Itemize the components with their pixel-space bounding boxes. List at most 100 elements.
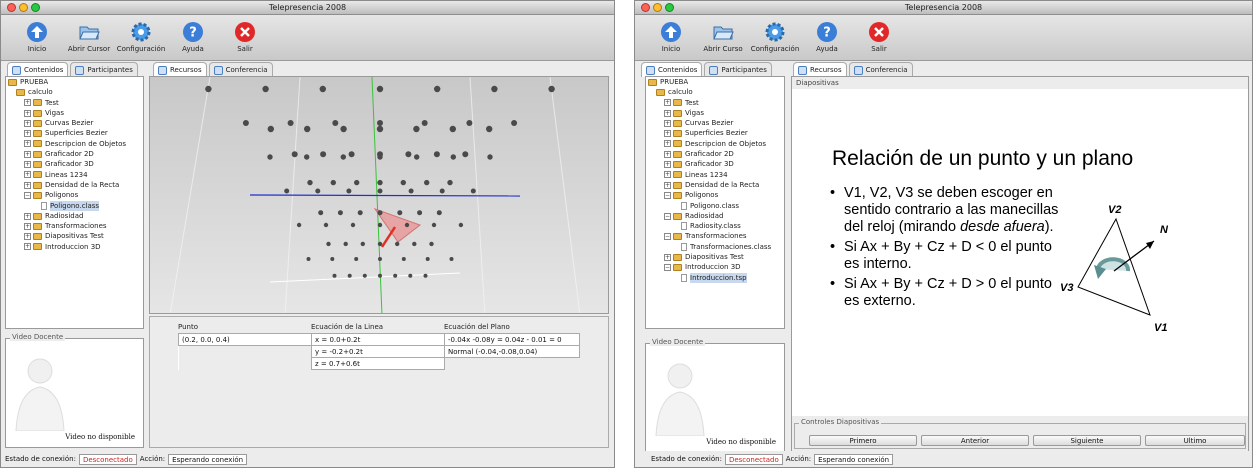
3d-viewport[interactable] (149, 76, 609, 314)
home-button[interactable]: Inicio (645, 21, 697, 60)
tree-folder[interactable]: + Lineas 1234 (646, 170, 784, 180)
expand-icon[interactable]: + (664, 150, 671, 158)
exit-button[interactable]: Salir (853, 21, 905, 60)
expand-icon[interactable]: + (664, 171, 671, 179)
tree-folder[interactable]: + Vigas (646, 108, 784, 118)
tree-folder[interactable]: + Radiosidad (6, 211, 143, 221)
open-course-button[interactable]: Abrir Curso (697, 21, 749, 60)
tree-folder[interactable]: + Vigas (6, 108, 143, 118)
tree-folder[interactable]: − Radiosidad (646, 211, 784, 221)
tree-folder[interactable]: PRUEBA (646, 77, 784, 87)
tree-folder[interactable]: + Descripcion de Objetos (6, 139, 143, 149)
close-window-button[interactable] (641, 3, 650, 12)
tree-file[interactable]: Radiosity.class (646, 221, 784, 231)
close-window-button[interactable] (7, 3, 16, 12)
collapse-icon[interactable]: − (664, 212, 671, 220)
tree-folder[interactable]: + Graficador 2D (6, 149, 143, 159)
last-slide-button[interactable]: Ultimo (1145, 435, 1245, 446)
expand-icon[interactable]: + (24, 99, 31, 107)
expand-icon[interactable]: + (664, 109, 671, 117)
tab-resources[interactable]: Recursos (793, 62, 847, 77)
collapse-icon[interactable]: − (664, 191, 671, 199)
minimize-window-button[interactable] (653, 3, 662, 12)
expand-icon[interactable]: + (24, 130, 31, 138)
tab-contents[interactable]: Contenidos (641, 62, 703, 77)
help-button[interactable]: ? Ayuda (801, 21, 853, 60)
exit-button[interactable]: Salir (219, 21, 271, 60)
tree-folder[interactable]: + Lineas 1234 (6, 170, 143, 180)
expand-icon[interactable]: + (24, 109, 31, 117)
tree-folder[interactable]: + Superficies Bezier (646, 128, 784, 138)
expand-icon[interactable]: + (664, 140, 671, 148)
expand-icon[interactable]: + (664, 130, 671, 138)
tree-folder[interactable]: + Curvas Bezier (6, 118, 143, 128)
tree-folder[interactable]: + Diapositivas Test (6, 231, 143, 241)
tree-folder[interactable]: calculo (6, 87, 143, 97)
tree-file[interactable]: Transformaciones.class (646, 242, 784, 252)
tab-contents[interactable]: Contenidos (7, 62, 69, 77)
tree-folder[interactable]: + Superficies Bezier (6, 128, 143, 138)
tab-participants[interactable]: Participantes (704, 62, 772, 77)
expand-icon[interactable]: + (24, 222, 31, 230)
next-slide-button[interactable]: Siguiente (1033, 435, 1141, 446)
3d-scene[interactable] (150, 77, 609, 314)
open-course-button[interactable]: Abrir Cursor (63, 21, 115, 60)
tree-label: Test (45, 98, 59, 107)
expand-icon[interactable]: + (664, 253, 671, 261)
conference-icon (853, 65, 863, 75)
collapse-icon[interactable]: − (24, 191, 31, 199)
tree-file[interactable]: Introduccion.tsp (646, 272, 784, 283)
tree-file[interactable]: Poligono.class (6, 200, 143, 211)
expand-icon[interactable]: + (664, 99, 671, 107)
point-sphere (417, 210, 423, 216)
expand-icon[interactable]: + (24, 140, 31, 148)
settings-button[interactable]: Configuración (749, 21, 801, 60)
collapse-icon[interactable]: − (664, 233, 671, 241)
tab-conference[interactable]: Conferencia (848, 62, 913, 77)
tree-folder[interactable]: − Poligonos (646, 190, 784, 200)
tree-folder[interactable]: + Curvas Bezier (646, 118, 784, 128)
tree-folder[interactable]: PRUEBA (6, 77, 143, 87)
tab-participants[interactable]: Participantes (70, 62, 138, 77)
tree-folder[interactable]: + Densidad de la Recta (646, 180, 784, 190)
point-sphere (330, 179, 336, 186)
tab-conference[interactable]: Conferencia (208, 62, 273, 77)
tree-folder[interactable]: + Transformaciones (6, 221, 143, 231)
tree-folder[interactable]: + Descripcion de Objetos (646, 139, 784, 149)
expand-icon[interactable]: + (24, 161, 31, 169)
first-slide-button[interactable]: Primero (809, 435, 917, 446)
tree-folder[interactable]: + Graficador 3D (646, 159, 784, 169)
expand-icon[interactable]: + (24, 243, 31, 251)
expand-icon[interactable]: + (24, 171, 31, 179)
collapse-icon[interactable]: − (664, 263, 671, 271)
expand-icon[interactable]: + (664, 119, 671, 127)
tree-folder[interactable]: − Poligonos (6, 190, 143, 200)
tree-folder[interactable]: − Introduccion 3D (646, 262, 784, 272)
expand-icon[interactable]: + (24, 150, 31, 158)
home-button[interactable]: Inicio (11, 21, 63, 60)
minimize-window-button[interactable] (19, 3, 28, 12)
zoom-window-button[interactable] (665, 3, 674, 12)
tree-folder[interactable]: + Densidad de la Recta (6, 180, 143, 190)
tree-folder[interactable]: + Diapositivas Test (646, 252, 784, 262)
zoom-window-button[interactable] (31, 3, 40, 12)
tree-folder[interactable]: + Graficador 3D (6, 159, 143, 169)
settings-button[interactable]: Configuración (115, 21, 167, 60)
tree-folder[interactable]: calculo (646, 87, 784, 97)
expand-icon[interactable]: + (664, 181, 671, 189)
expand-icon[interactable]: + (24, 119, 31, 127)
tree-folder[interactable]: + Graficador 2D (646, 149, 784, 159)
expand-icon[interactable]: + (664, 161, 671, 169)
help-button[interactable]: ? Ayuda (167, 21, 219, 60)
svg-text:V2: V2 (1108, 204, 1121, 216)
expand-icon[interactable]: + (24, 212, 31, 220)
expand-icon[interactable]: + (24, 181, 31, 189)
previous-slide-button[interactable]: Anterior (921, 435, 1029, 446)
tree-folder[interactable]: − Transformaciones (646, 231, 784, 241)
tree-folder[interactable]: + Test (646, 98, 784, 108)
tree-file[interactable]: Poligono.class (646, 201, 784, 211)
tree-folder[interactable]: + Introduccion 3D (6, 242, 143, 252)
tree-folder[interactable]: + Test (6, 98, 143, 108)
expand-icon[interactable]: + (24, 233, 31, 241)
tab-resources[interactable]: Recursos (153, 62, 207, 77)
